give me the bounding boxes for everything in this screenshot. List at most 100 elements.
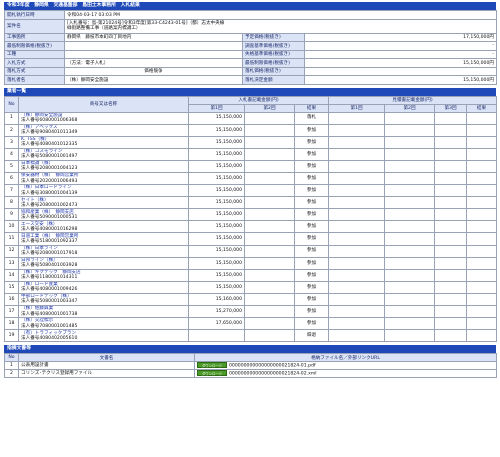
bidder-bid-r2 [244,256,295,270]
bidder-est-result [466,159,498,173]
bidder-est-r2 [384,123,436,137]
bidder-est-r2 [384,329,436,343]
bidder-est-r1 [328,123,386,137]
bidder-est-r3 [434,208,468,222]
bidder-est-r3 [434,111,468,125]
bidder-est-r3 [434,268,468,282]
doc-col-file: 格納ファイル名／外部リンクURL [194,353,497,362]
bidder-corp-id: 法人番号4080001001738 [21,311,78,317]
chosa-label: 調査基準価格(税抜き) [242,41,305,51]
bidder-bid-r2 [244,244,295,258]
bidder-est-r2 [384,232,436,246]
bidder-bid-r2 [244,159,295,173]
bidder-no: 14 [4,268,19,282]
bidder-result: 参加 [293,280,330,294]
bidder-row: 16 中部ロードテック（株） 法人番号5080001003347 15,160,0… [4,292,498,307]
doc-row: 1 公表用設計書 ダウンロード 000000000000000000021824-… [4,360,497,370]
bidder-no: 19 [4,329,19,343]
site-label: 工事箇所 [4,32,65,42]
download-button[interactable]: ダウンロード [197,370,227,377]
bidder-result: 参加 [293,220,330,234]
bidder-no: 4 [4,147,19,161]
bidder-corp-id: 法人番号3080001004139 [21,190,78,196]
bidder-result: 参加 [293,208,330,222]
bidder-no: 8 [4,196,19,210]
bidder-bid-r1 [188,329,245,343]
bidder-est-r3 [434,329,468,343]
bidder-bid-r1: 17,650,000 [188,317,245,331]
docs-section-bar: 指摘文書等 [4,345,496,354]
bidder-no: 16 [4,292,19,307]
download-button[interactable]: ダウンロード [197,362,227,369]
bidder-result: 参加 [293,268,330,282]
bidder-no: 10 [4,220,19,234]
bidder-no: 6 [4,171,19,186]
anken-line2: 緑街路整備工事（道路案内標識工） [67,26,141,31]
bidder-corp-id: 法人番号6080001006368 [21,118,78,124]
bidder-corp-id: 法人番号5080401003928 [21,263,78,269]
bidder-result: 参加 [293,123,330,137]
bidder-row: 7 （株）日本ロードライン 法人番号3080001004139 15,150,00… [4,184,498,198]
bidder-bid-r2 [244,304,295,319]
bidder-no: 3 [4,135,19,149]
bidder-est-r2 [384,111,436,125]
bidder-est-result [466,329,498,343]
bidder-est-r3 [434,292,468,307]
bidder-est-r1 [328,159,386,173]
bidder-corp-id: 法人番号5080001001497 [21,154,78,160]
bidder-est-r1 [328,232,386,246]
bidder-row: 12 （株）日本ライン 法人番号2080001017918 15,150,000 … [4,244,498,258]
bidder-bid-r1: 15,150,000 [188,268,245,282]
bidder-est-result [466,111,498,125]
col-est-result: 結果 [466,103,498,113]
bidders-section-title: 業者一覧 [7,88,27,94]
bidder-est-r3 [434,171,468,186]
bidder-row: 14 （株）キクテック 静岡支店 法人番号1180001014311 15,150… [4,268,498,282]
bidder-bid-r2 [244,171,295,186]
bidder-result: 参加 [293,171,330,186]
bidder-corp-id: 法人番号5080001003347 [21,299,78,305]
bidder-no: 15 [4,280,19,294]
bidder-corp-id: 法人番号2080001002473 [21,202,78,208]
bidder-est-r3 [434,159,468,173]
saitei-label: 最低制限価格(税抜き) [4,41,65,51]
bidder-bid-r2 [244,292,295,307]
bidder-row: 6 保安器材（株） 静岡営業所 法人番号2020001006493 15,150,… [4,171,498,186]
kishu-value: （株）静岡安全施設 [64,75,243,85]
bidder-est-r3 [434,244,468,258]
bidder-bid-r2 [244,280,295,294]
kettei-label: 落札決定金額 [242,75,305,85]
bidder-corp-id: 法人番号4080401012335 [21,142,78,148]
bidder-result: 参加 [293,147,330,161]
bidder-row: 2 （株）アベックス 法人番号9080401011349 15,150,000 参… [4,123,498,137]
bidder-no: 18 [4,317,19,331]
bidder-result: 参加 [293,184,330,198]
bidder-est-r2 [384,220,436,234]
bidder-no: 12 [4,244,19,258]
bidder-bid-r2 [244,111,295,125]
bidder-est-r1 [328,268,386,282]
bidder-est-result [466,123,498,137]
bidder-corp-id: 法人番号2020001006493 [21,178,78,184]
bidder-est-r1 [328,111,386,125]
bidder-bid-r2 [244,268,295,282]
bidder-est-r2 [384,135,436,149]
bidder-est-result [466,280,498,294]
bidder-est-r2 [384,292,436,307]
bidder-est-r2 [384,159,436,173]
bidder-est-result [466,232,498,246]
kettei-value: 15,150,000円 [304,75,497,85]
bidder-corp-id: 法人番号4080001016298 [21,226,78,232]
bidder-no: 17 [4,304,19,319]
bidder-est-r2 [384,208,436,222]
bidder-bid-r1: 15,150,000 [188,123,245,137]
bidder-no: 1 [4,111,19,125]
kakaku-value [304,66,497,76]
col-est-r1: 第1回 [328,103,386,113]
bidder-corp-id: 法人番号7080001001485 [21,323,78,329]
bidder-row: 5 日本標識（株） 法人番号2080001004123 15,150,000 参加 [4,159,498,173]
bidder-est-r1 [328,184,386,198]
bidder-est-result [466,147,498,161]
page-title-bar: 令和3年度 静岡県 交通基盤部 島田土木事務所 入札結果 [4,2,496,10]
bidder-bid-r2 [244,317,295,331]
